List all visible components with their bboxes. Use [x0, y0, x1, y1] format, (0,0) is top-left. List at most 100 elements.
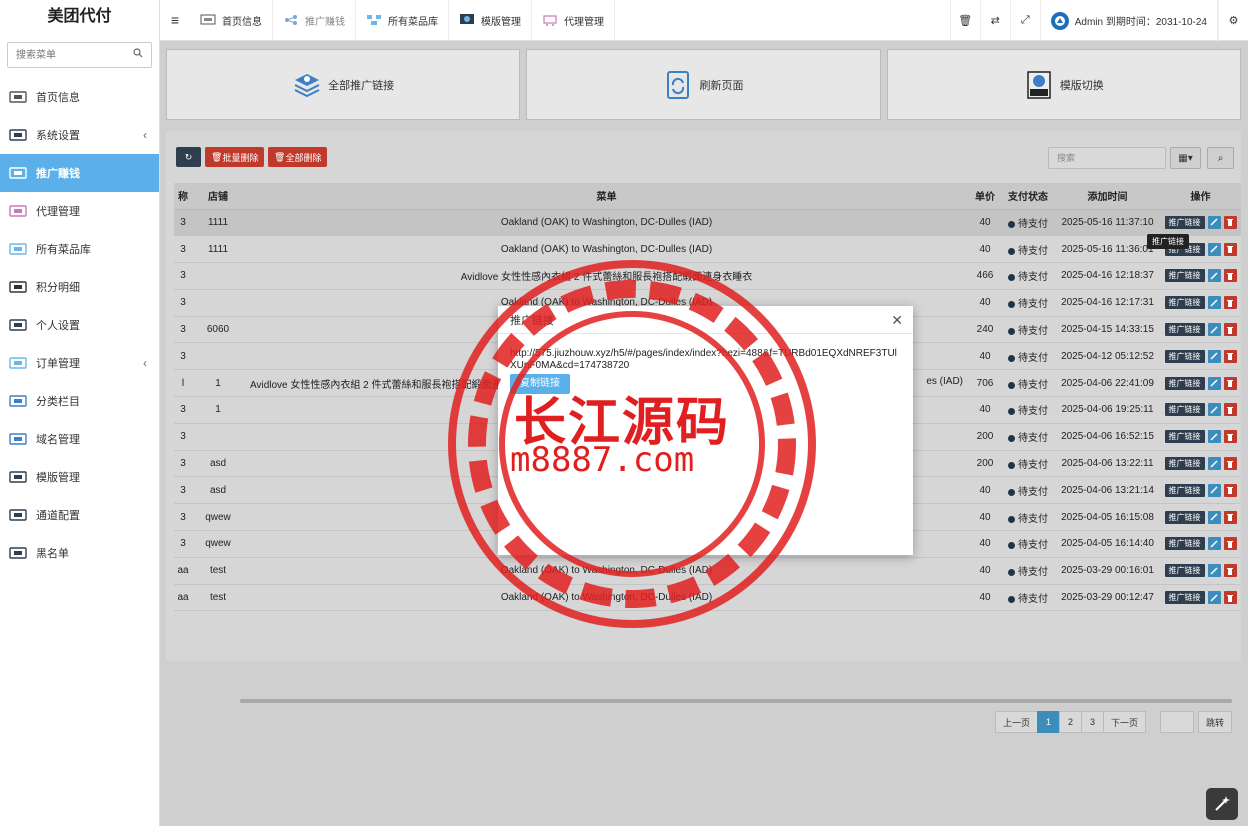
table-row[interactable]: 3 Avidlove 女性性感內衣組 2 件式蕾絲和服長袍搭配緞面連身衣睡衣 466… — [174, 262, 1241, 290]
delete-all-button[interactable]: 🗑 全部删除 — [268, 147, 328, 167]
promo-link-button[interactable]: 推广链接 — [1164, 591, 1205, 605]
page-jump-button[interactable]: 跳转 — [1198, 711, 1233, 733]
user-menu[interactable]: Admin 到期时间：2031-10-24 — [1039, 0, 1218, 41]
sidebar-item[interactable]: 首页信息 — [0, 78, 159, 116]
page-button[interactable]: 2 — [1059, 711, 1083, 733]
promo-link-button[interactable]: 推广链接 — [1164, 430, 1205, 444]
settings-icon[interactable]: ⚙ — [1218, 0, 1248, 41]
promo-link-button[interactable]: 推广链接 — [1164, 564, 1205, 578]
edit-icon[interactable] — [1207, 537, 1221, 551]
sidebar-item[interactable]: 域名管理 — [0, 420, 159, 458]
table-search-input[interactable]: 搜索 — [1048, 147, 1166, 169]
promo-link-button[interactable]: 推广链接 — [1164, 483, 1205, 497]
top-tab-promote[interactable]: 推广赚钱 — [273, 0, 356, 41]
col-header[interactable]: 添加时间 — [1055, 183, 1160, 210]
edit-icon[interactable] — [1207, 242, 1221, 256]
col-header[interactable]: 支付状态 — [1001, 183, 1055, 210]
delete-icon[interactable] — [1223, 215, 1237, 229]
top-tab-templates[interactable]: 模版管理 — [449, 0, 532, 41]
promo-link-button[interactable]: 推广链接 — [1164, 323, 1205, 337]
promo-link-button[interactable]: 推广链接 — [1164, 537, 1205, 551]
edit-icon[interactable] — [1207, 483, 1221, 497]
menu-toggle-icon[interactable]: ≡ — [160, 12, 190, 28]
promo-link-button[interactable]: 推广链接 — [1164, 376, 1205, 390]
promo-link-button[interactable]: 推广链接 — [1164, 215, 1205, 229]
col-header[interactable]: 称 — [174, 183, 192, 210]
delete-icon[interactable] — [1223, 349, 1237, 363]
delete-icon[interactable] — [1223, 376, 1237, 390]
close-icon[interactable]: ✕ — [891, 312, 903, 329]
sidebar-item[interactable]: 代理管理 — [0, 192, 159, 230]
table-scrollbar[interactable] — [240, 699, 1232, 703]
fullscreen-icon[interactable]: ⤢ — [1009, 0, 1040, 41]
delete-icon[interactable] — [1223, 510, 1237, 524]
delete-icon[interactable] — [1223, 269, 1237, 283]
prev-page-button[interactable]: 上一页 — [995, 711, 1039, 733]
sidebar-item[interactable]: 分类栏目 — [0, 382, 159, 420]
sidebar-item[interactable]: 订单管理 ‹ — [0, 344, 159, 382]
edit-icon[interactable] — [1207, 564, 1221, 578]
page-jump-input[interactable] — [1160, 711, 1194, 733]
table-row[interactable]: aa test Oakland (OAK) to Washington, DC-Du… — [174, 557, 1241, 585]
col-header[interactable]: 单价 — [969, 183, 1001, 210]
delete-icon[interactable] — [1223, 430, 1237, 444]
top-tab-home[interactable]: 首页信息 — [190, 0, 273, 41]
edit-icon[interactable] — [1207, 430, 1221, 444]
page-button[interactable]: 1 — [1037, 711, 1061, 733]
delete-icon[interactable] — [1223, 457, 1237, 471]
promo-link-button[interactable]: 推广链接 — [1164, 349, 1205, 363]
delete-icon[interactable] — [1223, 296, 1237, 310]
delete-icon[interactable] — [1223, 483, 1237, 497]
sidebar-item[interactable]: 推广赚钱 — [0, 154, 159, 192]
col-header[interactable]: 店铺 — [192, 183, 244, 210]
columns-toggle-button[interactable]: ▦▾ — [1170, 147, 1201, 169]
sidebar-item[interactable]: 个人设置 — [0, 306, 159, 344]
sidebar-item[interactable]: 积分明细 — [0, 268, 159, 306]
promo-url-text[interactable]: http://575.jiuzhouw.xyz/h5/#/pages/index… — [510, 348, 901, 372]
delete-icon[interactable] — [1223, 403, 1237, 417]
refresh-page-button[interactable]: 刷新页面 — [526, 49, 881, 120]
edit-icon[interactable] — [1207, 591, 1221, 605]
edit-icon[interactable] — [1207, 376, 1221, 390]
delete-icon[interactable] — [1223, 564, 1237, 578]
edit-icon[interactable] — [1207, 296, 1221, 310]
magic-wand-icon[interactable] — [1206, 788, 1238, 820]
next-page-button[interactable]: 下一页 — [1103, 711, 1147, 733]
edit-icon[interactable] — [1207, 457, 1221, 471]
delete-icon[interactable] — [1223, 537, 1237, 551]
promo-link-button[interactable]: 推广链接 — [1164, 296, 1205, 310]
promo-link-button[interactable]: 推广链接 — [1164, 269, 1205, 283]
table-row[interactable]: aa test Oakland (OAK) to Washington, DC-Du… — [174, 584, 1241, 612]
all-links-button[interactable]: 全部推广链接 — [166, 49, 521, 120]
page-button[interactable]: 3 — [1081, 711, 1105, 733]
delete-icon[interactable] — [1223, 591, 1237, 605]
table-row[interactable]: 3 1111 Oakland (OAK) to Washington, DC-Dul… — [174, 209, 1241, 237]
refresh-button[interactable]: ↻ — [176, 147, 201, 167]
sidebar-item[interactable]: 所有菜品库 — [0, 230, 159, 268]
delete-icon[interactable] — [1223, 323, 1237, 337]
col-header[interactable]: 菜单 — [244, 183, 969, 210]
promo-link-button[interactable]: 推广链接 — [1164, 457, 1205, 471]
language-icon[interactable]: ⇄ — [979, 0, 1010, 41]
edit-icon[interactable] — [1207, 323, 1221, 337]
template-switch-button[interactable]: 模版切换 — [886, 49, 1241, 120]
promo-link-button[interactable]: 推广链接 — [1164, 510, 1205, 524]
edit-icon[interactable] — [1207, 510, 1221, 524]
sidebar-item[interactable]: 通道配置 — [0, 496, 159, 534]
search-button[interactable]: ⌕ — [1207, 147, 1234, 169]
edit-icon[interactable] — [1207, 349, 1221, 363]
top-tab-agents[interactable]: 代理管理 — [532, 0, 615, 41]
edit-icon[interactable] — [1207, 215, 1221, 229]
delete-icon[interactable] — [1223, 242, 1237, 256]
edit-icon[interactable] — [1207, 269, 1221, 283]
sidebar-item[interactable]: 模版管理 — [0, 458, 159, 496]
promo-link-button[interactable]: 推广链接 — [1164, 403, 1205, 417]
sidebar-search-input[interactable] — [8, 43, 151, 67]
batch-delete-button[interactable]: 🗑 批量删除 — [205, 147, 265, 167]
sidebar-search[interactable] — [7, 42, 152, 68]
top-tab-dishes[interactable]: 所有菜品库 — [356, 0, 449, 41]
sidebar-item[interactable]: 黑名单 — [0, 534, 159, 572]
trash-icon[interactable]: 🗑 — [949, 0, 980, 41]
sidebar-item[interactable]: 系统设置 ‹ — [0, 116, 159, 154]
edit-icon[interactable] — [1207, 403, 1221, 417]
